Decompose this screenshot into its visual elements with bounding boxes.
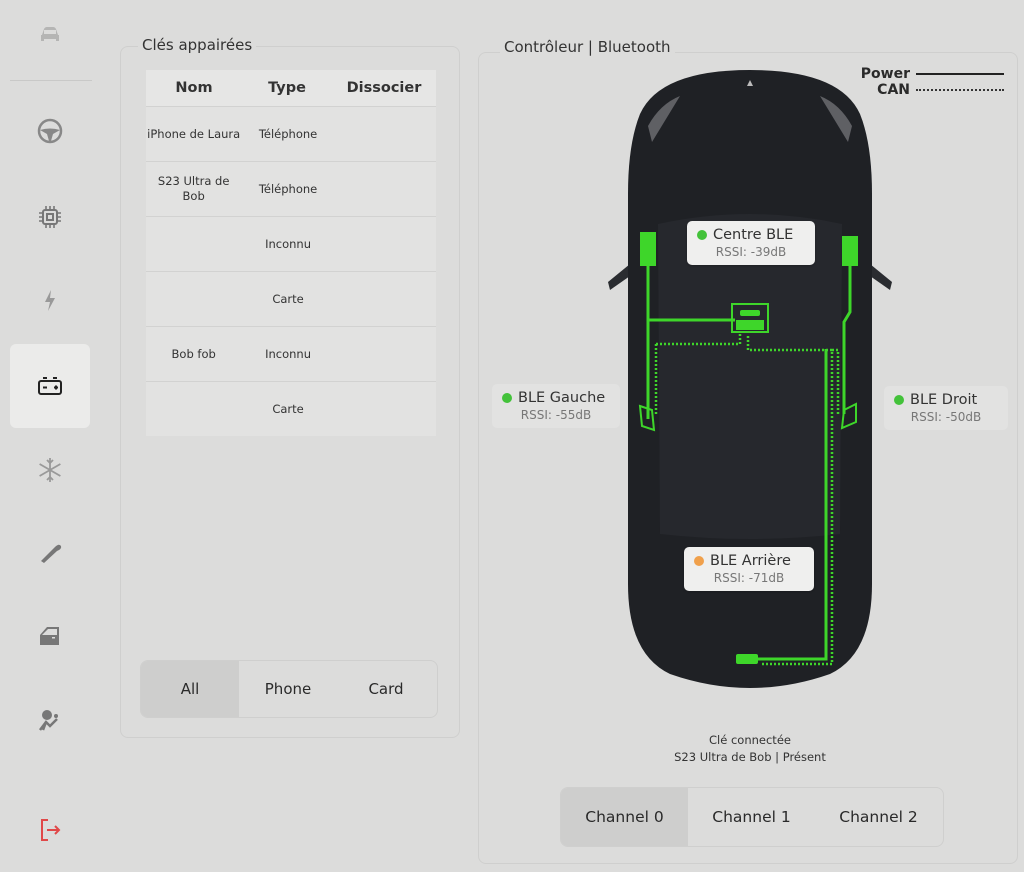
key-name: Bob fob	[171, 346, 216, 361]
sidebar-item-steering[interactable]	[10, 89, 90, 173]
channel-2-button[interactable]: Channel 2	[815, 788, 942, 846]
table-row[interactable]: S23 Ultra de Bob Téléphone	[146, 161, 436, 216]
key-type: Carte	[272, 291, 304, 306]
rear-ble-module	[736, 654, 758, 664]
legend-power-line	[916, 73, 1004, 75]
channel-segmented-control: Channel 0 Channel 1 Channel 2	[560, 787, 944, 847]
table-row[interactable]: Carte	[146, 381, 436, 436]
sidebar-item-airbag[interactable]	[10, 678, 90, 762]
status-dot	[894, 395, 904, 405]
ble-droit-rssi: RSSI: -50dB	[910, 410, 982, 424]
table-row[interactable]: iPhone de Laura Téléphone	[146, 106, 436, 161]
sidebar	[0, 0, 100, 872]
column-header-dissociate: Dissocier	[346, 80, 422, 96]
connected-key-label: Clé connectée	[709, 733, 791, 747]
sidebar-item-chip[interactable]	[10, 175, 90, 259]
battery-icon	[38, 377, 62, 395]
ble-gauche-rssi: RSSI: -55dB	[520, 408, 592, 422]
sidebar-item-power[interactable]	[10, 258, 90, 342]
ble-droit-card[interactable]: BLE Droit RSSI: -50dB	[884, 386, 1008, 430]
ble-centre-name: Centre BLE	[713, 227, 794, 243]
status-dot	[502, 393, 512, 403]
chip-icon	[39, 206, 61, 228]
right-mirror	[870, 264, 892, 290]
car-icon	[41, 27, 59, 41]
sidebar-divider	[10, 80, 92, 81]
connected-key-value: S23 Ultra de Bob | Présent	[674, 750, 826, 764]
ble-arriere-card[interactable]: BLE Arrière RSSI: -71dB	[684, 547, 814, 591]
key-type: Téléphone	[258, 181, 318, 196]
column-header-name: Nom	[175, 80, 213, 96]
door-icon	[40, 627, 59, 645]
lightning-icon	[45, 290, 55, 311]
channel-0-button[interactable]: Channel 0	[561, 788, 688, 846]
left-mirror	[608, 264, 630, 290]
sidebar-item-door[interactable]	[10, 594, 90, 678]
ble-gauche-name: BLE Gauche	[518, 390, 606, 406]
key-name: S23 Ultra de Bob	[157, 174, 230, 203]
ble-gauche-card[interactable]: BLE Gauche RSSI: -55dB	[492, 384, 620, 428]
filter-card-button[interactable]: Card	[337, 661, 435, 717]
table-row[interactable]: Inconnu	[146, 216, 436, 271]
sidebar-item-battery[interactable]	[10, 344, 90, 428]
paired-keys-title: Clés appairées	[138, 36, 257, 54]
logout-icon	[41, 819, 61, 841]
controller-module-top	[740, 310, 760, 316]
snowflake-icon	[39, 458, 61, 482]
key-type: Inconnu	[265, 346, 311, 361]
ble-arriere-name: BLE Arrière	[710, 553, 791, 569]
ble-centre-card[interactable]: Centre BLE RSSI: -39dB	[687, 221, 815, 265]
left-front-ble-module	[640, 232, 656, 266]
paired-keys-table: Nom Type Dissocier iPhone de Laura Télép…	[146, 70, 436, 436]
sidebar-item-wiper[interactable]	[10, 510, 90, 594]
sidebar-item-car[interactable]	[10, 0, 90, 76]
key-type: Téléphone	[258, 126, 318, 141]
table-row[interactable]: Bob fob Inconnu	[146, 326, 436, 381]
key-type: Inconnu	[265, 236, 311, 251]
channel-1-button[interactable]: Channel 1	[688, 788, 815, 846]
key-filter-segmented-control: All Phone Card	[140, 660, 438, 718]
ble-arriere-rssi: RSSI: -71dB	[713, 571, 785, 585]
sidebar-item-climate[interactable]	[10, 428, 90, 512]
steering-wheel-icon	[37, 118, 63, 144]
status-dot	[697, 230, 707, 240]
key-type: Carte	[272, 401, 304, 416]
wiper-icon	[41, 544, 62, 563]
right-front-ble-module	[842, 236, 858, 266]
car-diagram	[608, 70, 892, 688]
key-name: iPhone de Laura	[147, 126, 241, 141]
sidebar-item-logout[interactable]	[10, 788, 90, 872]
airbag-icon	[39, 710, 58, 731]
ble-centre-rssi: RSSI: -39dB	[715, 245, 787, 259]
status-dot	[694, 556, 704, 566]
ble-droit-name: BLE Droit	[910, 392, 978, 408]
table-row[interactable]: Carte	[146, 271, 436, 326]
controller-title: Contrôleur | Bluetooth	[500, 38, 675, 56]
column-header-type: Type	[268, 80, 306, 96]
connected-key-info: Clé connectée S23 Ultra de Bob | Présent	[600, 732, 900, 766]
table-header: Nom Type Dissocier	[146, 70, 436, 106]
filter-all-button[interactable]: All	[141, 661, 239, 717]
filter-phone-button[interactable]: Phone	[239, 661, 337, 717]
legend-can-line	[916, 89, 1004, 91]
controller-module-body	[736, 320, 764, 330]
